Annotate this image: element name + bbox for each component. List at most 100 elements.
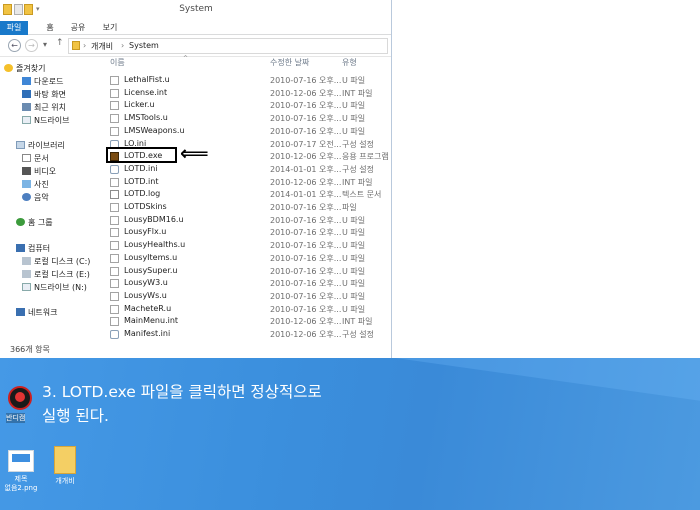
column-header-type[interactable]: 유형	[342, 57, 357, 69]
file-type: 텍스트 문서	[342, 190, 382, 200]
file-row[interactable]: Licker.u 2010-07-16 오후... U 파일	[106, 99, 391, 112]
file-row[interactable]: LMSTools.u 2010-07-16 오후... U 파일	[106, 112, 391, 125]
file-row[interactable]: LethalFist.u 2010-07-16 오후... U 파일	[106, 74, 391, 87]
nav-homegroup[interactable]: 홈 그룹	[16, 217, 53, 229]
bandicam-icon[interactable]	[8, 386, 32, 410]
download-icon	[22, 77, 31, 85]
breadcrumb-segment[interactable]: 개개비	[91, 41, 113, 52]
nav-item-drive-n[interactable]: N드라이브 (N:)	[22, 282, 87, 294]
nav-computer[interactable]: 컴퓨터	[16, 243, 50, 255]
tab-view[interactable]: 보기	[98, 21, 122, 35]
file-row[interactable]: LOTDSkins 2010-07-16 오후... 파일	[106, 201, 391, 214]
desktop: 반디캠 3. LOTD.exe 파일을 클릭하면 정상적으로 실행 된다. 제목…	[0, 358, 700, 510]
file-type: U 파일	[342, 266, 366, 276]
recent-locations-icon[interactable]: ▾	[43, 40, 47, 49]
file-row[interactable]: LousyWs.u 2010-07-16 오후... U 파일	[106, 290, 391, 303]
file-row[interactable]: LOTD.ini 2014-01-01 오후... 구성 설정	[106, 163, 391, 176]
file-name: LMSWeapons.u	[124, 125, 185, 135]
file-icon	[110, 215, 119, 225]
nav-label: 다운로드	[34, 77, 64, 86]
forward-button[interactable]: →	[25, 39, 38, 52]
file-date: 2010-12-06 오후...	[270, 152, 342, 162]
star-icon	[4, 64, 13, 72]
file-row[interactable]: LousyBDM16.u 2010-07-16 오후... U 파일	[106, 214, 391, 227]
nav-item-pictures[interactable]: 사진	[22, 179, 49, 191]
nav-label: 최근 위치	[34, 103, 66, 112]
back-button[interactable]: ←	[8, 39, 21, 52]
status-item-count: 366개 항목	[10, 345, 50, 354]
column-header-name[interactable]: 이름	[110, 57, 125, 69]
music-icon	[22, 193, 31, 201]
png-file-icon[interactable]	[8, 450, 34, 472]
file-date: 2010-07-16 오후...	[270, 304, 342, 314]
nav-label: 음악	[34, 193, 49, 202]
file-row[interactable]: MacheteR.u 2010-07-16 오후... U 파일	[106, 303, 391, 316]
file-name: Licker.u	[124, 100, 155, 110]
nav-favorites[interactable]: 즐겨찾기	[4, 63, 45, 75]
file-date: 2010-07-16 오후...	[270, 241, 342, 251]
column-header-date[interactable]: 수정한 날짜	[270, 57, 309, 69]
tab-share[interactable]: 공유	[66, 21, 90, 35]
file-row[interactable]: LOTD.int 2010-12-06 오후... INT 파일	[106, 176, 391, 189]
nav-label: 사진	[34, 180, 49, 189]
file-type: 구성 설정	[342, 330, 374, 339]
file-row[interactable]: MainMenu.int 2010-12-06 오후... INT 파일	[106, 315, 391, 328]
file-date: 2010-07-16 오후...	[270, 291, 342, 301]
file-name: LethalFist.u	[124, 75, 170, 84]
nav-item-recent[interactable]: 최근 위치	[22, 102, 66, 114]
file-row[interactable]: LOTD.log 2014-01-01 오후... 텍스트 문서	[106, 188, 391, 201]
file-row[interactable]: LMSWeapons.u 2010-07-16 오후... U 파일	[106, 125, 391, 138]
file-date: 2010-07-16 오후...	[270, 101, 342, 111]
file-icon	[110, 241, 119, 251]
file-date: 2010-07-16 오후...	[270, 76, 342, 85]
file-icon	[110, 177, 119, 187]
file-name: Manifest.ini	[124, 329, 171, 338]
file-type: U 파일	[342, 291, 366, 301]
nav-item-videos[interactable]: 비디오	[22, 166, 56, 178]
file-icon	[110, 266, 119, 276]
nav-item-desktop[interactable]: 바탕 화면	[22, 89, 66, 101]
nav-item-ndrive[interactable]: N드라이브	[22, 115, 69, 127]
nav-label: 비디오	[34, 167, 57, 176]
folder-icon[interactable]	[54, 446, 76, 474]
address-bar[interactable]: › 개개비 › System	[68, 38, 388, 54]
file-name: LousyItems.u	[124, 252, 178, 262]
file-icon	[110, 279, 119, 289]
nav-item-documents[interactable]: 문서	[22, 153, 49, 165]
file-type: INT 파일	[342, 177, 373, 187]
file-row[interactable]: LousySuper.u 2010-07-16 오후... U 파일	[106, 265, 391, 278]
nav-item-downloads[interactable]: 다운로드	[22, 76, 63, 88]
file-date: 2010-07-16 오후...	[270, 114, 342, 124]
file-type: INT 파일	[342, 88, 373, 98]
file-row[interactable]: LousyHealths.u 2010-07-16 오후... U 파일	[106, 239, 391, 252]
file-icon	[110, 228, 119, 238]
nav-item-drive-e[interactable]: 로컬 디스크 (E:)	[22, 269, 90, 281]
file-row[interactable]: License.int 2010-12-06 오후... INT 파일	[106, 87, 391, 100]
up-arrow-icon[interactable]: ↑	[56, 38, 64, 48]
file-name: LousySuper.u	[124, 265, 178, 275]
breadcrumb-segment[interactable]: System	[129, 41, 159, 50]
file-type: U 파일	[342, 304, 366, 314]
nav-label: N드라이브	[34, 116, 70, 125]
tab-file[interactable]: 파일	[0, 21, 28, 35]
png-file-label-line1: 제목	[14, 475, 28, 483]
folder-label: 개개비	[55, 477, 75, 485]
file-name: MacheteR.u	[124, 303, 172, 313]
nav-libraries[interactable]: 라이브러리	[16, 140, 65, 152]
folder-icon	[72, 41, 80, 50]
nav-network[interactable]: 네트워크	[16, 307, 57, 319]
file-row[interactable]: LousyItems.u 2010-07-16 오후... U 파일	[106, 252, 391, 265]
file-row[interactable]: LousyW3.u 2010-07-16 오후... U 파일	[106, 277, 391, 290]
file-name: LOTD.ini	[124, 163, 158, 173]
file-type: U 파일	[342, 76, 366, 85]
file-type: U 파일	[342, 101, 366, 111]
file-icon	[110, 76, 119, 85]
file-row[interactable]: LousyFlx.u 2010-07-16 오후... U 파일	[106, 226, 391, 239]
file-type: 응용 프로그램	[342, 152, 389, 162]
tab-home[interactable]: 홈	[40, 21, 60, 35]
title-bar: ▾ System	[0, 0, 391, 21]
file-type: U 파일	[342, 253, 366, 263]
nav-item-music[interactable]: 음악	[22, 192, 49, 204]
nav-item-drive-c[interactable]: 로컬 디스크 (C:)	[22, 256, 90, 268]
file-row[interactable]: Manifest.ini 2010-12-06 오후... 구성 설정	[106, 328, 391, 341]
